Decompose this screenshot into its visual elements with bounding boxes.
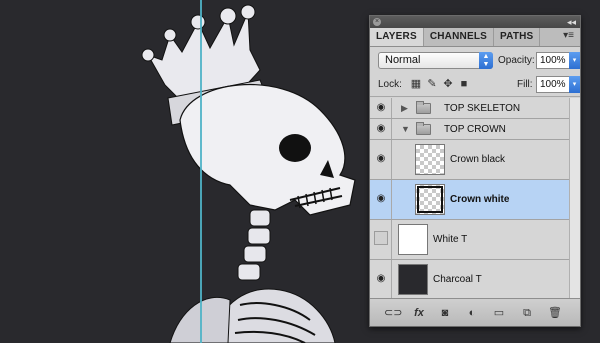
lock-transparent-pixels-icon[interactable]: ▦	[410, 78, 422, 90]
select-arrows-icon: ▲ ▼	[479, 52, 493, 69]
add-mask-icon[interactable]: ◙	[438, 306, 452, 320]
visibility-toggle[interactable]: ◉	[370, 180, 392, 219]
skeleton-king-artwork	[110, 0, 370, 343]
visibility-toggle[interactable]	[370, 220, 392, 259]
opacity-field[interactable]: 100% ▾	[536, 52, 580, 69]
eye-icon[interactable]: ◉	[375, 154, 387, 164]
visibility-toggle[interactable]: ◉	[370, 119, 392, 139]
opacity-value: 100%	[540, 55, 566, 66]
layers-scrollbar[interactable]	[569, 98, 580, 299]
layer-name: TOP SKELETON	[444, 103, 521, 114]
folder-icon	[416, 122, 431, 135]
tab-layers[interactable]: LAYERS	[370, 28, 424, 46]
layer-style-fx-icon[interactable]: fx	[412, 306, 426, 320]
eye-icon[interactable]: ◉	[375, 124, 387, 134]
folder-icon	[416, 101, 431, 114]
blend-mode-value: Normal	[385, 54, 421, 66]
layer-name: Charcoal T	[433, 274, 482, 285]
delete-layer-icon[interactable]: 🗑	[548, 306, 562, 320]
eye-icon[interactable]: ◉	[375, 274, 387, 284]
link-layers-icon[interactable]: ⊂⊃	[384, 306, 402, 320]
opacity-dropdown-icon[interactable]: ▾	[569, 52, 580, 69]
opacity-label: Opacity:	[498, 55, 535, 66]
layer-name: White T	[433, 234, 468, 245]
layer-group-top-skeleton[interactable]: ◉ ▶ TOP SKELETON	[370, 98, 571, 119]
layers-panel: × ◂◂ LAYERS CHANNELS PATHS ▾≡ Normal ▲ ▼ …	[369, 15, 581, 327]
visibility-toggle[interactable]: ◉	[370, 260, 392, 299]
layer-thumbnail	[398, 224, 428, 255]
panel-tabs: LAYERS CHANNELS PATHS ▾≡	[370, 28, 580, 47]
tab-paths[interactable]: PATHS	[494, 28, 541, 46]
tab-channels[interactable]: CHANNELS	[424, 28, 495, 46]
layer-white-t[interactable]: White T	[370, 220, 571, 260]
eye-icon[interactable]: ◉	[375, 103, 387, 113]
visibility-toggle[interactable]: ◉	[370, 140, 392, 179]
layer-thumbnail	[415, 144, 445, 175]
layer-thumbnail	[415, 184, 445, 215]
new-layer-icon[interactable]: ⧉	[520, 306, 534, 320]
layer-charcoal-t[interactable]: ◉ Charcoal T	[370, 260, 571, 299]
lock-all-icon[interactable]: ■	[458, 78, 470, 90]
layers-list: ◉ ▶ TOP SKELETON ◉ ▼ TOP CROWN ◉ Crown b…	[370, 98, 571, 299]
collapse-icon[interactable]: ◂◂	[567, 16, 576, 28]
fill-field[interactable]: 100% ▾	[536, 76, 580, 93]
adjustment-layer-icon[interactable]: ◐	[465, 306, 479, 320]
blend-row: Normal ▲ ▼ Opacity: 100% ▾	[370, 47, 580, 73]
fill-label: Fill:	[517, 79, 533, 90]
disclosure-expanded-icon[interactable]: ▼	[401, 124, 410, 134]
new-group-icon[interactable]: ▭	[492, 306, 506, 320]
panel-bottom-toolbar: ⊂⊃ fx ◙ ◐ ▭ ⧉ 🗑	[370, 298, 580, 326]
fill-dropdown-icon[interactable]: ▾	[569, 76, 580, 93]
panel-titlebar[interactable]: × ◂◂	[370, 16, 580, 28]
lock-image-pixels-icon[interactable]: ✎	[426, 78, 438, 90]
close-icon[interactable]: ×	[373, 18, 381, 26]
vertical-guide[interactable]	[200, 0, 202, 343]
visibility-toggle[interactable]: ◉	[370, 98, 392, 118]
fill-value: 100%	[540, 79, 566, 90]
visibility-off-box[interactable]	[374, 231, 388, 245]
layer-group-top-crown[interactable]: ◉ ▼ TOP CROWN	[370, 119, 571, 140]
panel-menu-icon[interactable]: ▾≡	[563, 30, 574, 41]
layer-crown-black[interactable]: ◉ Crown black	[370, 140, 571, 180]
layer-name: Crown white	[450, 194, 510, 205]
layer-thumbnail	[398, 264, 428, 295]
blend-mode-select[interactable]: Normal ▲ ▼	[378, 52, 493, 69]
layer-name: TOP CROWN	[444, 124, 506, 135]
disclosure-collapsed-icon[interactable]: ▶	[401, 103, 408, 114]
layer-name: Crown black	[450, 154, 506, 165]
lock-row: Lock: ▦ ✎ ✥ ■ Fill: 100% ▾	[370, 73, 580, 97]
layer-crown-white[interactable]: ◉ Crown white	[370, 180, 571, 220]
lock-position-icon[interactable]: ✥	[442, 78, 454, 90]
lock-label: Lock:	[378, 79, 402, 90]
eye-icon[interactable]: ◉	[375, 194, 387, 204]
